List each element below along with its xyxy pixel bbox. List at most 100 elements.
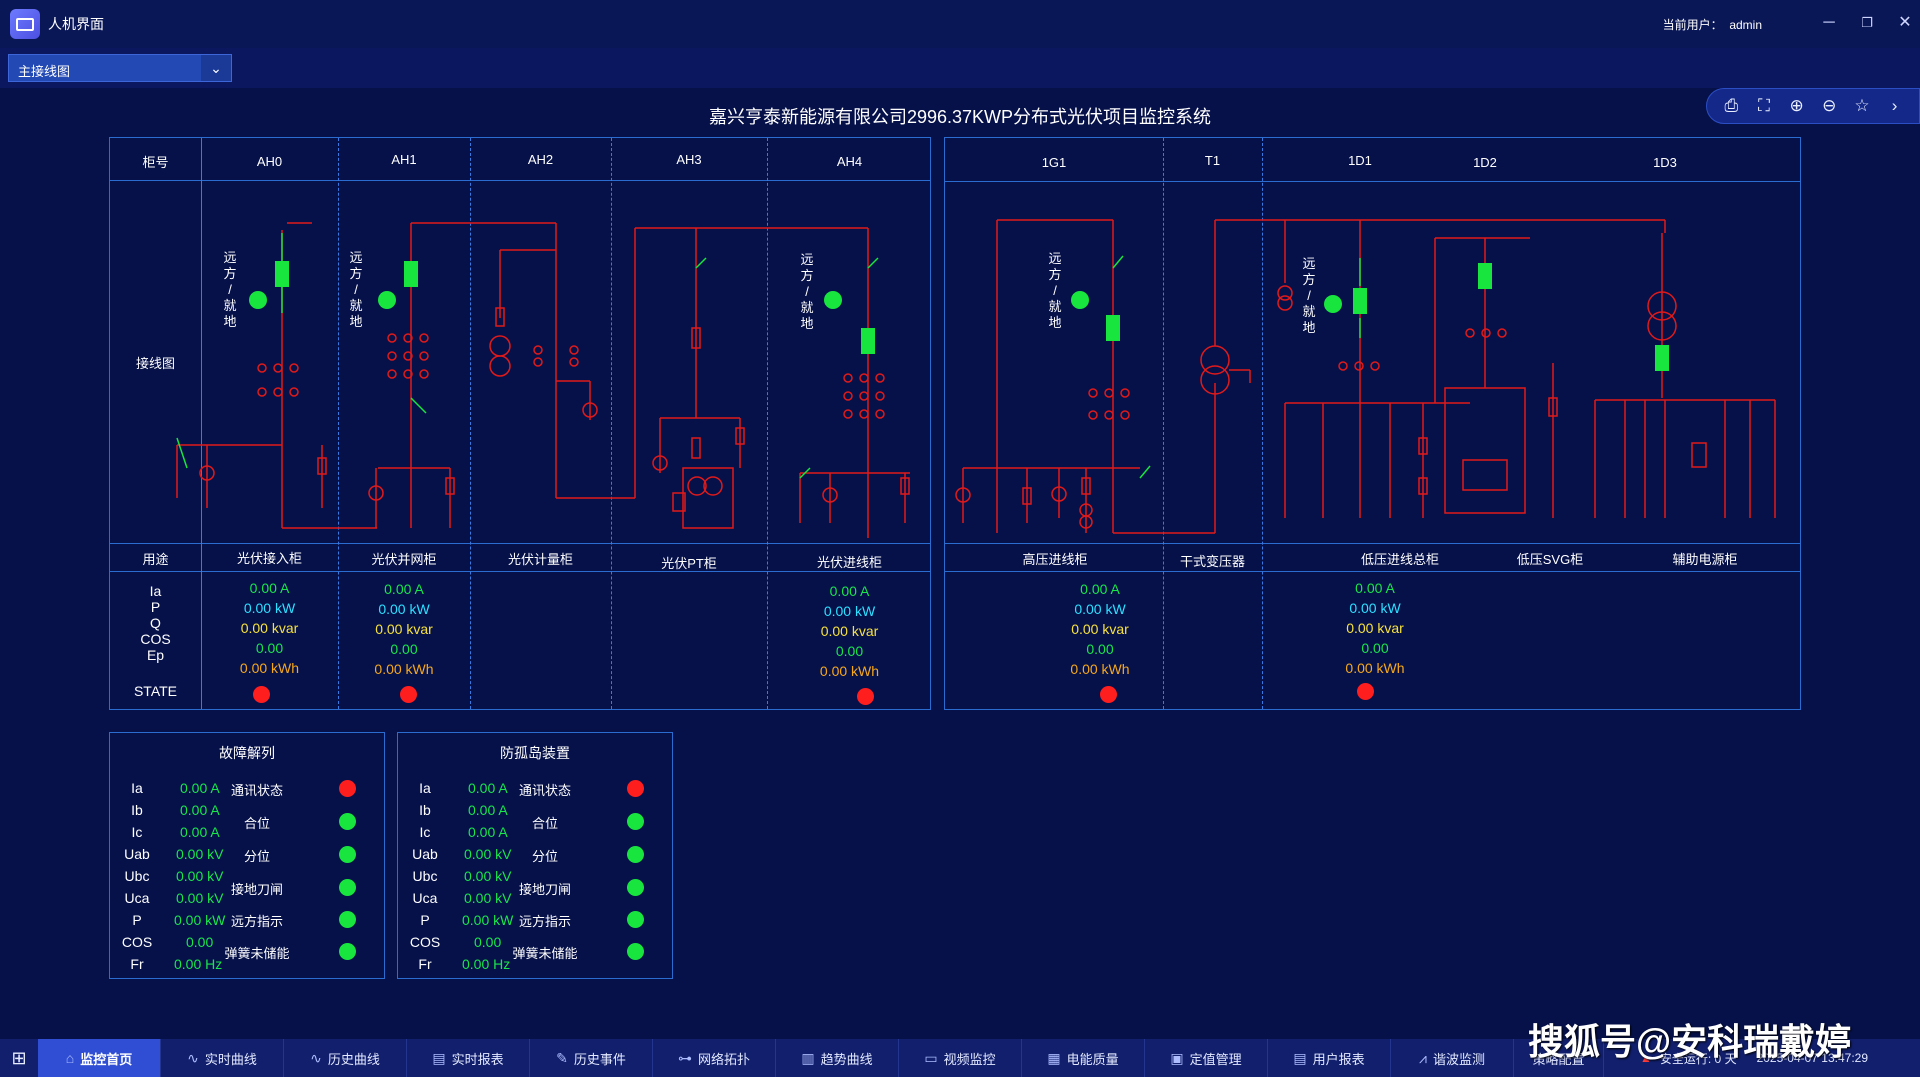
island-status-indicator: [627, 911, 644, 928]
cabinet-usage: 高压进线柜: [1022, 552, 1088, 567]
fault-status-label: 通讯状态: [230, 783, 283, 798]
left-diagram-panel: 柜号 接线图 用途 Ia P Q COS Ep STATE AH0 AH1 AH2 AH…: [109, 137, 931, 710]
fault-status-label: 分位: [243, 849, 270, 864]
island-status-label: 通讯状态: [518, 783, 571, 798]
user-report-icon: ▤: [1293, 1049, 1307, 1066]
view-select[interactable]: 主接线图 ⌄: [8, 54, 232, 82]
island-status-indicator: [627, 846, 644, 863]
fault-label: Ic: [131, 824, 143, 840]
topology-icon: ⊶: [677, 1049, 692, 1066]
cabinet-usage: 低压进线总柜: [1360, 552, 1439, 567]
fault-status-label: 合位: [243, 816, 270, 831]
state-indicator: [1100, 686, 1117, 703]
fault-status-indicator: [339, 780, 356, 797]
meter-icon: ▦: [1047, 1049, 1061, 1066]
island-label: Ic: [419, 824, 431, 840]
cabinet-measurements: 0.00 A 0.00 kW 0.00 kvar 0.00 0.00 kWh: [1070, 581, 1130, 677]
selector-bar: 主接线图 ⌄: [0, 48, 1920, 88]
island-status-indicator: [627, 943, 644, 960]
edit-icon: ✎: [556, 1049, 568, 1066]
line-chart-icon: ∿: [187, 1049, 199, 1066]
settings-doc-icon: ▣: [1170, 1049, 1184, 1066]
app-icon: [10, 9, 40, 39]
cabinet-measurements: 0.00 A 0.00 kW 0.00 kvar 0.00 0.00 kWh: [239, 580, 300, 676]
restore-icon[interactable]: ❐: [1856, 12, 1878, 34]
state-indicator: [400, 686, 417, 703]
fault-label: Fr: [130, 956, 144, 972]
tab-realtime-report[interactable]: ▤ 实时报表: [407, 1039, 530, 1077]
single-line-diagram-left: [176, 222, 910, 538]
island-label: Uca: [412, 890, 438, 906]
cabinet-usage: 辅助电源柜: [1672, 552, 1738, 567]
island-status-label: 弹簧未储能: [512, 946, 578, 961]
fault-label: P: [132, 912, 142, 928]
tab-trend-curve[interactable]: ▥ 趋势曲线: [776, 1039, 899, 1077]
tab-harmonic-monitor[interactable]: ⩘ 谐波监测: [1391, 1039, 1514, 1077]
cabinet-usage: 干式变压器: [1179, 554, 1245, 569]
cabinet-usage: 光伏接入柜: [236, 551, 302, 566]
camera-icon: ▭: [924, 1049, 938, 1066]
island-label: Fr: [418, 956, 432, 972]
island-label: COS: [409, 934, 441, 950]
close-icon[interactable]: ✕: [1894, 12, 1916, 34]
island-status-label: 远方指示: [518, 914, 571, 929]
cabinet-measurements: 0.00 A 0.00 kW 0.00 kvar 0.00 0.00 kWh: [819, 583, 880, 679]
report-icon: ▤: [432, 1049, 446, 1066]
fault-status-label: 远方指示: [230, 914, 283, 929]
fault-label: Ia: [131, 780, 143, 796]
tab-history-events[interactable]: ✎ 历史事件: [530, 1039, 653, 1077]
island-status-indicator: [627, 780, 644, 797]
bar-chart-icon: ▥: [801, 1049, 815, 1066]
cabinet-measurements: 0.00 A 0.00 kW 0.00 kvar 0.00 0.00 kWh: [374, 581, 434, 677]
chevron-down-icon[interactable]: ⌄: [201, 55, 231, 81]
island-status-label: 接地刀闸: [518, 882, 571, 897]
cabinet-usage: 光伏PT柜: [661, 556, 717, 571]
row-label-usage: 用途: [142, 552, 169, 567]
line-chart-icon: ∿: [310, 1049, 322, 1066]
view-select-value: 主接线图: [18, 64, 71, 79]
home-icon: ⌂: [65, 1050, 75, 1066]
island-status-label: 合位: [531, 816, 558, 831]
cabinet-usage: 光伏并网柜: [371, 552, 437, 567]
tab-realtime-curve[interactable]: ∿ 实时曲线: [161, 1039, 284, 1077]
title-bar: 人机界面 当前用户： admin ─ ❐ ✕: [0, 0, 1920, 48]
fault-label: Ib: [131, 802, 143, 818]
waveform-icon: ⩘: [1419, 1049, 1427, 1066]
watermark: 搜狐号@安科瑞戴婷: [1528, 1021, 1852, 1062]
tab-power-quality[interactable]: ▦ 电能质量: [1022, 1039, 1145, 1077]
minimize-icon[interactable]: ─: [1818, 12, 1840, 34]
fault-label: COS: [121, 934, 153, 950]
tab-setting-management[interactable]: ▣ 定值管理: [1145, 1039, 1268, 1077]
single-line-diagram-right: [955, 219, 1776, 534]
tab-network-topology[interactable]: ⊶ 网络拓扑: [653, 1039, 776, 1077]
current-user: 当前用户： admin: [1662, 18, 1762, 32]
fault-status-indicator: [339, 911, 356, 928]
state-indicator: [1357, 683, 1374, 700]
island-label: Uab: [412, 846, 438, 862]
anti-island-panel: 防孤岛装置 Ia 0.00 A Ib 0.00 A Ic 0.00 A Uab 0.00…: [397, 732, 673, 979]
grid-icon: ⊞: [11, 1047, 27, 1068]
cabinet-usage: 低压SVG柜: [1516, 552, 1584, 567]
state-indicator: [253, 686, 270, 703]
fault-status-label: 接地刀闸: [230, 882, 283, 897]
island-label: P: [420, 912, 430, 928]
island-status-indicator: [627, 879, 644, 896]
fault-panel: 故障解列 Ia 0.00 A Ib 0.00 A Ic 0.00 A Uab 0.00 …: [109, 732, 385, 979]
island-label: Ib: [419, 802, 431, 818]
tab-user-report[interactable]: ▤ 用户报表: [1268, 1039, 1391, 1077]
fault-label: Uab: [124, 846, 150, 862]
island-label: Ubc: [412, 868, 438, 884]
tab-monitor-home[interactable]: ⌂ 监控首页: [38, 1039, 161, 1077]
state-indicator: [857, 688, 874, 705]
page-title: 嘉兴亨泰新能源有限公司2996.37KWP分布式光伏项目监控系统: [708, 107, 1212, 127]
row-label-state: STATE: [133, 683, 178, 699]
fault-status-indicator: [339, 879, 356, 896]
cabinet-usage: 光伏进线柜: [816, 555, 882, 570]
island-status-indicator: [627, 813, 644, 830]
tab-video-monitor[interactable]: ▭ 视频监控: [899, 1039, 1022, 1077]
island-label: Ia: [419, 780, 431, 796]
start-menu-button[interactable]: ⊞: [0, 1039, 38, 1077]
fault-status-indicator: [339, 943, 356, 960]
fault-status-indicator: [339, 813, 356, 830]
tab-history-curve[interactable]: ∿ 历史曲线: [284, 1039, 407, 1077]
